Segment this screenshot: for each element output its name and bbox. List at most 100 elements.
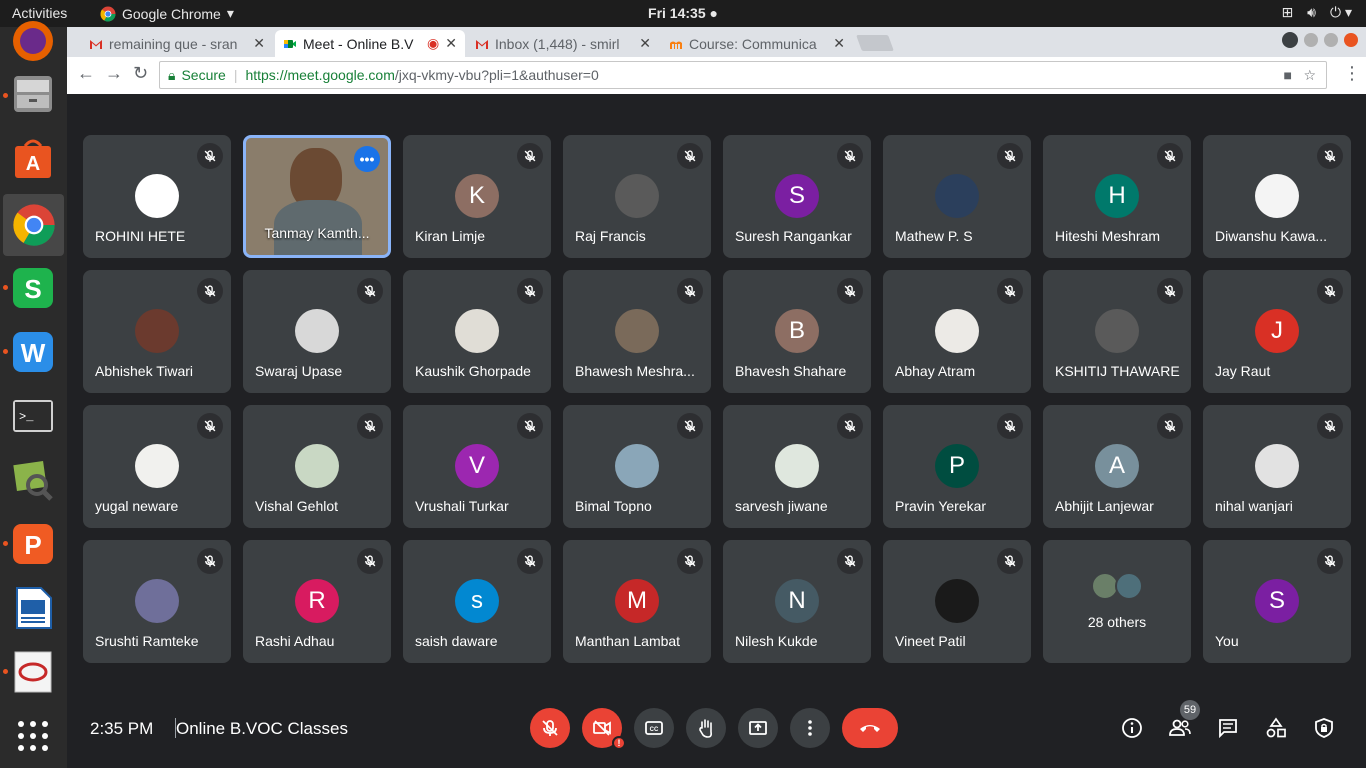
participant-tile[interactable]: V Vrushali Turkar — [403, 405, 551, 528]
dock-wps-presentation[interactable]: P — [9, 520, 57, 568]
participant-tile[interactable]: KSHITIJ THAWARE — [1043, 270, 1191, 393]
tab-course[interactable]: Course: Communica ✕ — [661, 30, 853, 57]
participant-tile[interactable]: Kaushik Ghorpade — [403, 270, 551, 393]
meeting-details-button[interactable] — [1118, 714, 1146, 742]
participant-tile[interactable]: B Bhavesh Shahare — [723, 270, 871, 393]
avatar: M — [615, 579, 659, 623]
participant-tile[interactable]: s saish daware — [403, 540, 551, 663]
close-tab-icon[interactable]: ✕ — [253, 35, 265, 52]
participant-options-button[interactable]: ••• — [354, 146, 380, 172]
participant-tile[interactable]: nihal wanjari — [1203, 405, 1351, 528]
participant-tile[interactable]: Abhishek Tiwari — [83, 270, 231, 393]
participant-tile[interactable]: S You — [1203, 540, 1351, 663]
dock-libreoffice-writer[interactable] — [9, 584, 57, 632]
people-button[interactable]: 59 — [1166, 700, 1200, 742]
evince-icon — [14, 651, 52, 693]
tab-label: Inbox (1,448) - smirl — [495, 35, 620, 52]
tab-gmail-remaining[interactable]: remaining que - sran ✕ — [81, 30, 273, 57]
host-controls-button[interactable] — [1310, 714, 1338, 742]
mic-off-icon — [1004, 150, 1016, 162]
participant-tile[interactable]: Srushti Ramteke — [83, 540, 231, 663]
tab-strip: remaining que - sran ✕ Meet - Online B.V… — [67, 27, 1366, 57]
close-tab-icon[interactable]: ✕ — [833, 35, 845, 52]
new-tab-button[interactable] — [856, 35, 894, 51]
participant-tile[interactable]: Diwanshu Kawa... — [1203, 135, 1351, 258]
camera-in-use-icon[interactable]: ■ — [1284, 67, 1292, 83]
participant-tile[interactable]: S Suresh Rangankar — [723, 135, 871, 258]
profile-icon[interactable] — [1282, 32, 1298, 48]
raise-hand-button[interactable] — [686, 708, 726, 748]
back-icon[interactable]: ← — [77, 63, 95, 84]
participant-tile[interactable]: yugal neware — [83, 405, 231, 528]
chat-button[interactable] — [1214, 714, 1242, 742]
terminal-icon: >_ — [13, 400, 53, 432]
files-icon — [14, 76, 52, 112]
clock-label: Fri 14:35 — [648, 5, 706, 21]
more-options-button[interactable] — [790, 708, 830, 748]
participant-tile[interactable]: R Rashi Adhau — [243, 540, 391, 663]
show-apps-button[interactable] — [9, 712, 57, 760]
mic-off-icon — [844, 150, 856, 162]
participant-tile[interactable]: Swaraj Upase — [243, 270, 391, 393]
dock-chrome[interactable] — [3, 194, 64, 256]
bookmark-star-icon[interactable]: ☆ — [1303, 67, 1316, 84]
captions-button[interactable]: CC — [634, 708, 674, 748]
participant-tile[interactable]: K Kiran Limje — [403, 135, 551, 258]
address-bar[interactable]: 🔒︎ Secure | https://meet.google.com /jxq… — [159, 61, 1327, 89]
app-menu[interactable]: Google Chrome ▾ — [100, 5, 234, 22]
leave-call-button[interactable] — [842, 708, 898, 748]
activities-panel-button[interactable] — [1262, 714, 1290, 742]
volume-icon: 🔊︎ — [1307, 4, 1316, 20]
muted-indicator — [357, 548, 383, 574]
participant-tile[interactable]: N Nilesh Kukde — [723, 540, 871, 663]
forward-icon[interactable]: → — [105, 63, 123, 84]
dock-software[interactable]: A — [9, 134, 57, 182]
participant-tile[interactable]: M Manthan Lambat — [563, 540, 711, 663]
running-indicator — [3, 93, 8, 98]
participant-name: Abhishek Tiwari — [95, 363, 194, 379]
participant-tile[interactable]: Abhay Atram — [883, 270, 1031, 393]
ubuntu-top-bar: Activities Google Chrome ▾ Fri 14:35 ● ⊞… — [0, 0, 1366, 27]
participant-tile[interactable]: A Abhijit Lanjewar — [1043, 405, 1191, 528]
muted-indicator — [837, 413, 863, 439]
others-tile[interactable]: 28 others — [1043, 540, 1191, 663]
dock-wps-spreadsheet[interactable]: S — [9, 264, 57, 312]
clock[interactable]: Fri 14:35 ● — [648, 5, 718, 21]
participant-name: Manthan Lambat — [575, 633, 681, 649]
system-tray[interactable]: ⊞ 🔊︎ ⏻ ▾ — [1281, 4, 1352, 21]
participant-tile[interactable]: Raj Francis — [563, 135, 711, 258]
close-tab-icon[interactable]: ✕ — [639, 35, 651, 52]
participant-tile[interactable]: Vishal Gehlot — [243, 405, 391, 528]
participant-tile[interactable]: H Hiteshi Meshram — [1043, 135, 1191, 258]
avatar — [775, 444, 819, 488]
participant-tile[interactable]: Bimal Topno — [563, 405, 711, 528]
close-window-icon[interactable] — [1344, 33, 1358, 47]
participant-tile[interactable]: sarvesh jiwane — [723, 405, 871, 528]
toggle-camera-button[interactable]: ! — [582, 708, 626, 750]
participant-tile[interactable]: Mathew P. S — [883, 135, 1031, 258]
dock-document-viewer[interactable] — [9, 648, 57, 696]
participant-tile[interactable]: ••• Tanmay Kamth... — [243, 135, 391, 258]
tab-meet[interactable]: Meet - Online B.V ◉ ✕ — [275, 30, 465, 57]
dock-wps-writer[interactable]: W — [9, 328, 57, 376]
dock-image-viewer[interactable] — [9, 455, 57, 503]
maximize-icon[interactable] — [1324, 33, 1338, 47]
close-tab-icon[interactable]: ✕ — [445, 35, 457, 52]
dock-terminal[interactable]: >_ — [9, 392, 57, 440]
minimize-icon[interactable] — [1304, 33, 1318, 47]
toggle-mic-button[interactable] — [530, 708, 570, 748]
reload-icon[interactable]: ↻ — [133, 63, 148, 84]
tab-gmail-inbox[interactable]: Inbox (1,448) - smirl ✕ — [467, 30, 659, 57]
menu-icon[interactable]: ⋮ — [1343, 63, 1361, 84]
mic-off-icon — [524, 285, 536, 297]
dock-files[interactable] — [9, 70, 57, 118]
present-screen-button[interactable] — [738, 708, 778, 748]
app-name: Google Chrome — [122, 5, 221, 22]
participant-tile[interactable]: P Pravin Yerekar — [883, 405, 1031, 528]
participant-tile[interactable]: Bhawesh Meshra... — [563, 270, 711, 393]
dock-firefox[interactable] — [9, 17, 57, 65]
participant-tile[interactable]: Vineet Patil — [883, 540, 1031, 663]
participant-tile[interactable]: J Jay Raut — [1203, 270, 1351, 393]
participant-tile[interactable]: ROHINI HETE — [83, 135, 231, 258]
svg-text:W: W — [21, 338, 46, 368]
